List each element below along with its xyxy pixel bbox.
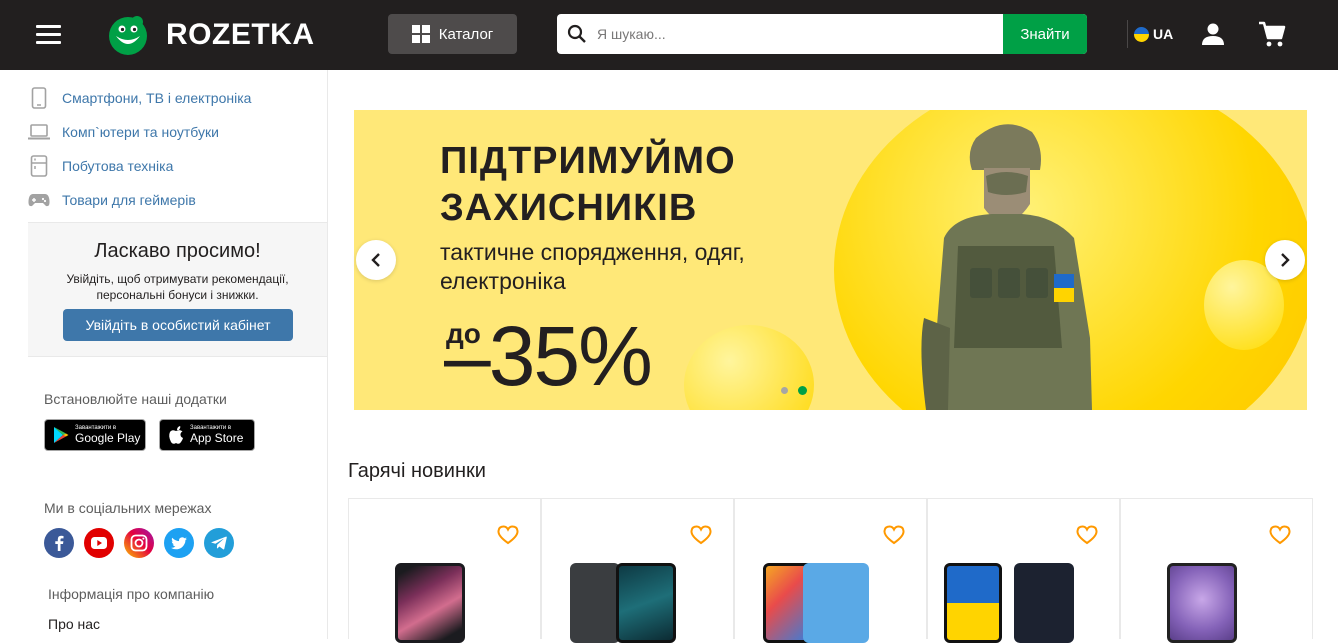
heart-icon[interactable] bbox=[1269, 525, 1291, 545]
google-play-badge[interactable]: Завантажити в Google Play bbox=[44, 419, 146, 451]
heart-icon[interactable] bbox=[690, 525, 712, 545]
smartphone-icon bbox=[28, 87, 50, 109]
banner-line1: ПІДТРИМУЙМО bbox=[440, 140, 736, 182]
product-image[interactable] bbox=[803, 563, 869, 643]
sidebar-item-electronics[interactable]: Смартфони, ТВ і електроніка bbox=[28, 84, 251, 112]
language-label: UA bbox=[1153, 26, 1174, 42]
facebook-icon[interactable] bbox=[44, 528, 74, 558]
youtube-icon[interactable] bbox=[84, 528, 114, 558]
product-image[interactable] bbox=[1014, 563, 1074, 643]
user-icon[interactable] bbox=[1200, 21, 1226, 47]
section-title: Гарячі новинки bbox=[348, 460, 486, 482]
product-card[interactable] bbox=[927, 498, 1120, 643]
about-link[interactable]: Про нас bbox=[48, 616, 100, 632]
banner-subtitle: тактичне спорядження, одяг, електроніка bbox=[440, 239, 745, 294]
appliance-icon bbox=[28, 155, 50, 177]
sidebar-item-computers[interactable]: Комп`ютери та ноутбуки bbox=[28, 118, 219, 146]
apps-title: Встановлюйте наші додатки bbox=[44, 391, 227, 407]
language-switch[interactable]: UA bbox=[1127, 20, 1173, 48]
gamepad-icon bbox=[28, 189, 50, 211]
twitter-icon[interactable] bbox=[164, 528, 194, 558]
product-image[interactable] bbox=[1167, 563, 1237, 643]
ukraine-flag-icon bbox=[1134, 26, 1149, 42]
slider-dot-active[interactable] bbox=[798, 386, 807, 395]
banner-next-button[interactable] bbox=[1265, 240, 1305, 280]
info-title: Інформація про компанію bbox=[48, 586, 215, 602]
menu-icon[interactable] bbox=[36, 25, 61, 45]
header: ROZETKA Каталог Знайти UA bbox=[0, 0, 1338, 70]
banner-line2: ЗАХИСНИКІВ bbox=[440, 187, 698, 229]
laptop-icon bbox=[28, 121, 50, 143]
product-image[interactable] bbox=[395, 563, 465, 643]
chevron-left-icon bbox=[371, 253, 380, 267]
search-input[interactable] bbox=[597, 14, 1037, 54]
app-store-big: App Store bbox=[190, 431, 244, 445]
sidebar-item-label: Смартфони, ТВ і електроніка bbox=[62, 90, 252, 106]
banner-prev-button[interactable] bbox=[356, 240, 396, 280]
catalog-grid-icon bbox=[411, 25, 430, 43]
product-image[interactable] bbox=[944, 563, 1002, 643]
promo-banner[interactable]: ПІДТРИМУЙМО ЗАХИСНИКІВ тактичне спорядже… bbox=[354, 110, 1307, 410]
welcome-title: Ласкаво просимо! bbox=[94, 240, 261, 262]
banner-bubble bbox=[684, 325, 814, 410]
cart-icon[interactable] bbox=[1258, 20, 1286, 48]
search-bar: Знайти bbox=[557, 14, 1087, 54]
product-image[interactable] bbox=[570, 563, 620, 643]
soldier-illustration bbox=[921, 124, 1092, 410]
social-title: Ми в соціальних мережах bbox=[44, 500, 212, 516]
welcome-panel: Ласкаво просимо! Увійдіть, щоб отримуват… bbox=[28, 222, 327, 357]
search-icon bbox=[567, 24, 586, 43]
heart-icon[interactable] bbox=[1076, 525, 1098, 545]
banner-discount: –35% bbox=[444, 309, 653, 403]
product-card[interactable] bbox=[348, 498, 541, 643]
catalog-label: Каталог bbox=[438, 25, 494, 43]
rozetka-logo-icon[interactable] bbox=[107, 14, 149, 56]
sidebar: Смартфони, ТВ і електроніка Комп`ютери т… bbox=[0, 70, 328, 639]
catalog-button[interactable]: Каталог bbox=[388, 14, 517, 54]
telegram-icon[interactable] bbox=[204, 528, 234, 558]
search-button[interactable]: Знайти bbox=[1003, 14, 1087, 54]
product-image[interactable] bbox=[616, 563, 676, 643]
product-card[interactable] bbox=[1120, 498, 1313, 643]
google-play-big: Google Play bbox=[75, 431, 141, 445]
heart-icon[interactable] bbox=[883, 525, 905, 545]
sidebar-item-label: Товари для геймерів bbox=[62, 192, 196, 208]
apple-icon bbox=[169, 425, 183, 444]
logo-text[interactable]: ROZETKA bbox=[166, 18, 315, 52]
product-card[interactable] bbox=[541, 498, 734, 643]
heart-icon[interactable] bbox=[497, 525, 519, 545]
product-card[interactable] bbox=[734, 498, 927, 643]
sidebar-item-appliances[interactable]: Побутова техніка bbox=[28, 152, 173, 180]
app-store-badge[interactable]: Завантажити в App Store bbox=[159, 419, 255, 451]
login-button[interactable]: Увійдіть в особистий кабінет bbox=[63, 309, 293, 341]
slider-dot[interactable] bbox=[781, 387, 788, 394]
instagram-icon[interactable] bbox=[124, 528, 154, 558]
welcome-text: Увійдіть, щоб отримувати рекомендації, п… bbox=[66, 272, 289, 302]
google-play-icon bbox=[54, 427, 69, 443]
chevron-right-icon bbox=[1281, 253, 1290, 267]
sidebar-item-label: Комп`ютери та ноутбуки bbox=[62, 124, 219, 140]
sidebar-item-label: Побутова техніка bbox=[62, 158, 174, 174]
sidebar-item-gamers[interactable]: Товари для геймерів bbox=[28, 186, 196, 214]
